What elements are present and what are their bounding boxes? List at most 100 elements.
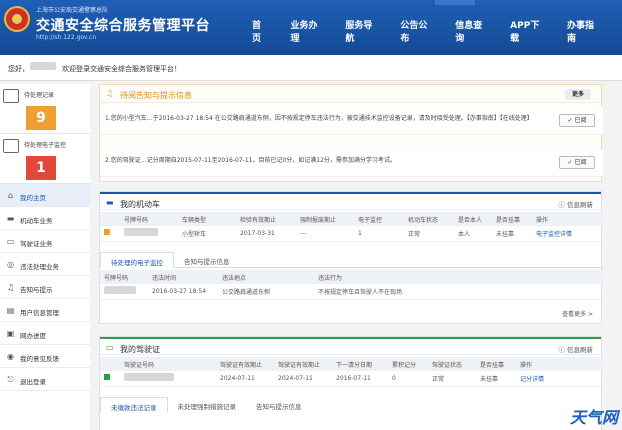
nav-info-query[interactable]: 信息查询 — [455, 18, 488, 44]
nav-home[interactable]: 首页 — [252, 18, 268, 44]
notices-title: 待阅告知与提示信息 — [120, 91, 192, 100]
col-affiliated: 是否挂靠 — [492, 212, 532, 226]
vehicles-header: ▬ 我的机动车 ⓘ 信息刷新 — [100, 192, 601, 210]
col-inspection: 检验有效期止 — [236, 212, 296, 226]
home-icon: ⌂ — [7, 191, 14, 200]
refresh-label: 信息刷新 — [567, 346, 593, 354]
license-tabs: 未缴款违法记录 未处理强制措施记录 告知与提示信息 — [100, 397, 603, 413]
notices-header: ♫ 待阅告知与提示信息 更多 — [100, 85, 601, 103]
pending-monitor-count: 1 — [26, 156, 56, 180]
cell: 0 — [388, 371, 428, 387]
license-refresh-link[interactable]: ⓘ 信息刷新 — [558, 344, 593, 354]
more-button[interactable]: 更多 — [565, 89, 591, 100]
sidebar-item-label: 网办进度 — [20, 332, 46, 340]
records-icon — [3, 89, 19, 103]
sidebar-item-violation[interactable]: ◎ 违法处理业务 — [0, 253, 90, 276]
col-plate: 号牌号码 — [100, 270, 148, 284]
license-icon: ▭ — [6, 237, 15, 246]
pending-records-count: 9 — [26, 106, 56, 130]
user-icon: ▤ — [6, 306, 15, 315]
vehicles-table: 号牌号码 车辆类型 检验有效期止 强制报废期止 电子监控 机动车状态 是否本人 … — [100, 212, 603, 242]
pending-monitor-card[interactable]: 待处理电子监控 1 — [0, 134, 90, 184]
nav-service-guide[interactable]: 服务导航 — [345, 18, 378, 44]
row-marker — [100, 371, 120, 387]
sidebar-item-home[interactable]: ⌂ 我的主页 — [0, 184, 90, 207]
plate-redacted — [120, 226, 178, 242]
sidebar-item-progress[interactable]: ▣ 网办进度 — [0, 322, 90, 345]
monitor-detail-link[interactable]: 电子监控详情 — [532, 226, 603, 242]
progress-icon: ▣ — [6, 329, 15, 338]
tab-pending-monitor[interactable]: 待处理的电子监控 — [100, 252, 174, 268]
welcome-prefix: 您好， — [8, 65, 29, 73]
cell: 2016-03-27 18:54 — [148, 284, 218, 300]
col-license-no: 驾驶证号码 — [120, 357, 194, 371]
notice-text: 2.您的驾驶证…记分周期自2015-07-11至2016-07-11，目前已记0… — [105, 157, 396, 164]
nav-office-guide[interactable]: 办事指南 — [567, 18, 600, 44]
cell: 2024-07-11 — [216, 371, 274, 387]
police-emblem-icon — [4, 6, 30, 32]
tab-unhandled-measures[interactable]: 未处理强制措施记录 — [168, 397, 247, 413]
car-icon: ▬ — [6, 214, 15, 223]
license-header: ▭ 我的驾驶证 ⓘ 信息刷新 — [100, 337, 601, 355]
col-valid-until-2: 驾驶证有效期止 — [274, 357, 332, 371]
points-detail-link[interactable]: 记分详情 — [516, 371, 603, 387]
sidebar-item-logout[interactable]: ⎋ 退出登录 — [0, 368, 90, 391]
header-bar: 上海市公安局交通警察总队 交通安全综合服务管理平台 http://sh.122.… — [0, 0, 622, 55]
col-type: 车辆类型 — [178, 212, 236, 226]
notice-item: 1.您的小型汽车…于2016-03-27 18:54 在公交路肩通道东侧，因不按… — [100, 107, 603, 135]
col-status: 机动车状态 — [404, 212, 454, 226]
table-header-row: 号牌号码 违法时间 违法地点 违法行为 — [100, 270, 603, 284]
org-name: 上海市公安局交通警察总队 — [36, 7, 109, 14]
feedback-icon: ◉ — [7, 352, 14, 361]
sidebar-item-label: 用户信息管理 — [20, 309, 59, 317]
status-square-icon — [104, 374, 110, 381]
col-next-clear: 下一清分日期 — [332, 357, 388, 371]
col-monitor: 电子监控 — [354, 212, 404, 226]
cell: 2024-07-11 — [274, 371, 332, 387]
cell: 2017-03-31 — [236, 226, 296, 242]
tab-vehicle-notices[interactable]: 告知与提示信息 — [174, 252, 240, 268]
cell: 公交路肩通道东侧 — [218, 284, 314, 300]
nav-business[interactable]: 业务办理 — [290, 18, 323, 44]
sidebar-item-user-info[interactable]: ▤ 用户信息管理 — [0, 299, 90, 322]
cell: --- — [296, 226, 354, 242]
username-redacted — [30, 62, 56, 72]
table-header-row: 号牌号码 车辆类型 检验有效期止 强制报废期止 电子监控 机动车状态 是否本人 … — [100, 212, 603, 226]
cell: 未挂靠 — [476, 371, 516, 387]
notice-item: 2.您的驾驶证…记分周期自2015-07-11至2016-07-11，目前已记0… — [100, 149, 603, 177]
mark-read-button[interactable]: ✓ 已阅 — [559, 114, 595, 127]
col-blank — [194, 357, 216, 371]
main-nav: 首页 业务办理 服务导航 公告公布 信息查询 APP下载 办事指南 — [252, 18, 622, 44]
nav-app-download[interactable]: APP下载 — [510, 18, 545, 44]
tab-unpaid-violations[interactable]: 未缴款违法记录 — [100, 397, 168, 413]
status-square-icon — [104, 229, 110, 236]
mark-read-button[interactable]: ✓ 已阅 — [559, 156, 595, 169]
pending-records-card[interactable]: 待处理记录 9 — [0, 84, 90, 134]
cell: 1 — [354, 226, 404, 242]
license-icon: ▭ — [106, 343, 114, 352]
view-more-link[interactable]: 查看更多 > — [562, 309, 593, 318]
col-time: 违法时间 — [148, 270, 218, 284]
sidebar-item-feedback[interactable]: ◉ 我的意见反馈 — [0, 345, 90, 368]
license-panel: ▭ 我的驾驶证 ⓘ 信息刷新 驾驶证号码 驾驶证有效期止 驾驶证有效期止 下一清… — [99, 336, 603, 430]
sidebar-item-label: 我的主页 — [20, 194, 46, 202]
col-location: 违法地点 — [218, 270, 314, 284]
vehicles-panel: ▬ 我的机动车 ⓘ 信息刷新 号牌号码 车辆类型 检验有效期止 强制报废期止 电… — [99, 191, 603, 324]
cell: 2016-07-11 — [332, 371, 388, 387]
top-marker — [435, 0, 475, 5]
cell: 正常 — [404, 226, 454, 242]
sidebar-item-license[interactable]: ▭ 驾驶证业务 — [0, 230, 90, 253]
tab-license-notices[interactable]: 告知与提示信息 — [246, 397, 312, 413]
sidebar-item-label: 告知与提示 — [20, 286, 53, 294]
cell-blank — [194, 371, 216, 387]
notice-text: 1.您的小型汽车…于2016-03-27 18:54 在公交路肩通道东侧，因不按… — [105, 115, 533, 122]
sidebar-item-vehicle[interactable]: ▬ 机动车业务 — [0, 207, 90, 230]
nav-announcements[interactable]: 公告公布 — [400, 18, 433, 44]
refresh-label: 信息刷新 — [567, 201, 593, 209]
vehicles-refresh-link[interactable]: ⓘ 信息刷新 — [558, 199, 593, 209]
col-marker — [100, 357, 120, 371]
sidebar-item-notices[interactable]: ♫ 告知与提示 — [0, 276, 90, 299]
row-marker — [100, 226, 120, 242]
col-affiliated: 是否挂靠 — [476, 357, 516, 371]
bell-icon: ♫ — [106, 89, 114, 98]
